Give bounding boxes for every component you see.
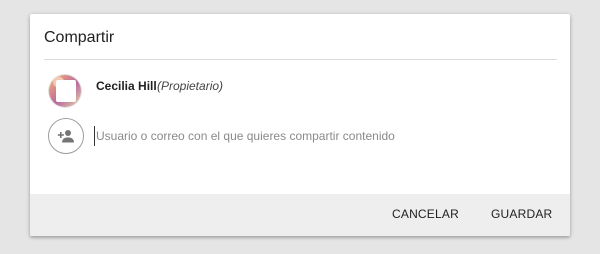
share-user-input[interactable] xyxy=(94,126,536,146)
share-dialog: Compartir Cecilia Hill (Propietario) CAN… xyxy=(30,14,570,236)
dialog-title: Compartir xyxy=(44,29,115,46)
owner-avatar xyxy=(48,74,82,108)
cancel-button[interactable]: CANCELAR xyxy=(392,207,459,221)
person-add-icon xyxy=(57,130,74,143)
owner-role: (Propietario) xyxy=(157,79,224,93)
add-user-avatar xyxy=(48,118,84,154)
owner-name: Cecilia Hill xyxy=(96,79,157,93)
save-button[interactable]: GUARDAR xyxy=(491,207,552,221)
dialog-footer: CANCELAR GUARDAR xyxy=(30,194,570,236)
title-divider xyxy=(44,59,557,60)
